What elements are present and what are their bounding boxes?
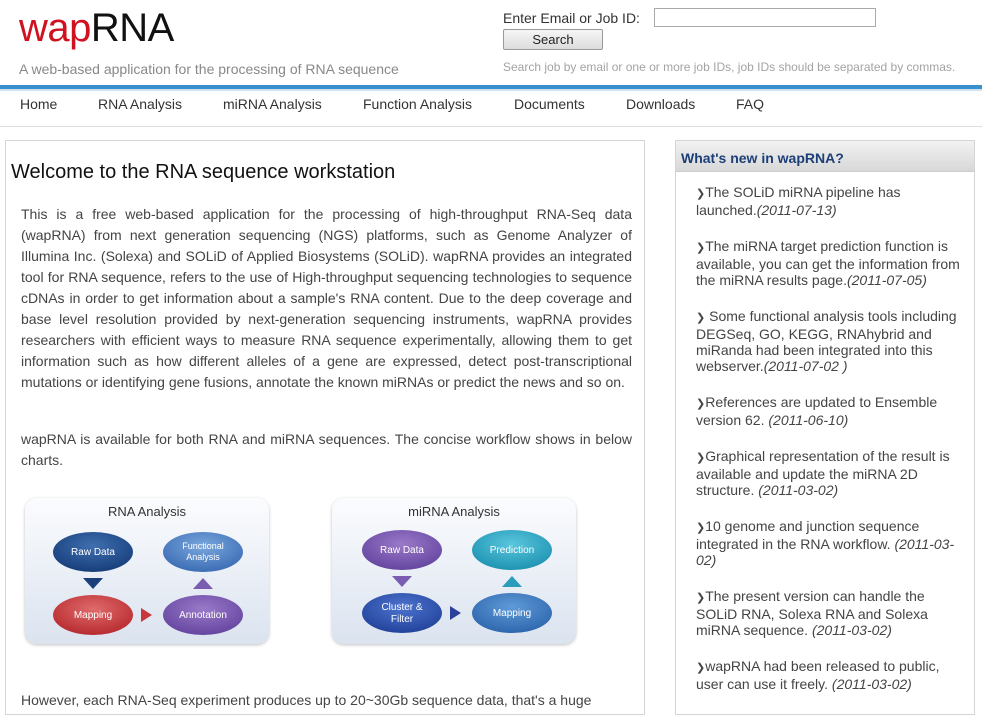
nav-rna-analysis[interactable]: RNA Analysis — [98, 96, 182, 112]
search-hint: Search job by email or one or more job I… — [503, 60, 956, 74]
news-date: (2011-06-10) — [768, 412, 849, 428]
rna-functional-label-2: Analysis — [186, 552, 220, 562]
mirna-mapping-label: Mapping — [493, 608, 531, 619]
nav-function-analysis[interactable]: Function Analysis — [363, 96, 472, 112]
news-item: ❯References are updated to Ensemble vers… — [696, 394, 961, 428]
nav-mirna-analysis[interactable]: miRNA Analysis — [223, 96, 322, 112]
nav-documents[interactable]: Documents — [514, 96, 585, 112]
mirna-cluster-label-1: Cluster & — [381, 602, 422, 613]
news-item: ❯wapRNA had been released to public, use… — [696, 658, 961, 692]
news-date: (2011-07-02 ) — [763, 358, 848, 374]
sidebar-title: What's new in wapRNA? — [681, 150, 844, 166]
search-input[interactable] — [654, 8, 876, 27]
mirna-diagram-title: miRNA Analysis — [408, 504, 500, 519]
bullet-arrow-icon: ❯ — [696, 592, 706, 604]
bullet-arrow-icon: ❯ — [696, 662, 706, 674]
news-list: ❯The SOLiD miRNA pipeline has launched.(… — [696, 184, 961, 712]
rna-diagram-title: RNA Analysis — [108, 504, 187, 519]
nav-downloads[interactable]: Downloads — [626, 96, 695, 112]
search-button[interactable]: Search — [503, 29, 603, 50]
rna-analysis-diagram: RNA Analysis Raw Data Functional Analysi… — [25, 498, 269, 644]
bullet-arrow-icon: ❯ — [696, 188, 706, 200]
nav-faq[interactable]: FAQ — [736, 96, 764, 112]
main-nav: Home RNA Analysis miRNA Analysis Functio… — [0, 96, 982, 118]
nav-home[interactable]: Home — [20, 96, 57, 112]
mirna-raw-data-label: Raw Data — [380, 545, 424, 556]
news-item: ❯Graphical representation of the result … — [696, 448, 961, 498]
header-divider-shade — [0, 89, 982, 91]
news-item: ❯ Some functional analysis tools includi… — [696, 308, 961, 374]
mirna-analysis-diagram: miRNA Analysis Raw Data Prediction Clust… — [332, 498, 576, 644]
site-tagline: A web-based application for the processi… — [19, 61, 399, 77]
mirna-cluster-node — [362, 593, 442, 633]
mirna-arrow-down — [392, 576, 412, 587]
logo-part-rna: RNA — [90, 6, 174, 50]
mirna-arrow-up — [502, 576, 522, 587]
mirna-cluster-label-2: Filter — [391, 614, 414, 625]
logo-part-wap: wap — [19, 6, 91, 50]
nav-divider — [0, 126, 982, 127]
rna-arrow-down — [83, 578, 103, 589]
rna-mapping-label: Mapping — [74, 610, 112, 621]
news-item: ❯10 genome and junction sequence integra… — [696, 518, 961, 568]
news-sidebar: What's new in wapRNA? ❯The SOLiD miRNA p… — [675, 140, 975, 715]
mirna-prediction-label: Prediction — [490, 545, 534, 556]
rna-arrow-right — [141, 608, 152, 622]
rna-arrow-up — [193, 578, 213, 589]
page-title: Welcome to the RNA sequence workstation — [11, 161, 396, 183]
news-date: (2011-03-02) — [831, 676, 912, 692]
bullet-arrow-icon: ❯ — [696, 522, 706, 534]
rna-raw-data-label: Raw Data — [71, 547, 115, 558]
workflow-paragraph: wapRNA is available for both RNA and miR… — [21, 431, 632, 468]
mirna-arrow-right — [450, 606, 461, 620]
bullet-arrow-icon: ❯ — [696, 242, 706, 254]
news-text: 10 genome and junction sequence integrat… — [696, 518, 920, 552]
bullet-arrow-icon: ❯ — [696, 452, 706, 464]
sidebar-header: What's new in wapRNA? — [676, 141, 974, 172]
rna-functional-label-1: Functional — [182, 541, 224, 551]
news-item: ❯The present version can handle the SOLi… — [696, 588, 961, 638]
search-label: Enter Email or Job ID: — [503, 10, 640, 26]
news-date: (2011-03-02) — [758, 482, 839, 498]
news-date: (2011-07-13) — [756, 202, 837, 218]
bullet-arrow-icon: ❯ — [696, 398, 706, 410]
news-item: ❯The miRNA target prediction function is… — [696, 238, 961, 288]
news-date: (2011-03-02) — [811, 622, 892, 638]
site-logo[interactable]: wapRNA — [19, 5, 174, 51]
continuation-paragraph: However, each RNA-Seq experiment produce… — [21, 692, 592, 708]
intro-paragraph: This is a free web-based application for… — [21, 206, 632, 390]
main-content: Welcome to the RNA sequence workstation … — [5, 140, 645, 715]
rna-annotation-label: Annotation — [179, 610, 227, 621]
bullet-arrow-icon: ❯ — [696, 312, 706, 324]
news-item: ❯The SOLiD miRNA pipeline has launched.(… — [696, 184, 961, 218]
news-date: (2011-07-05) — [846, 272, 927, 288]
